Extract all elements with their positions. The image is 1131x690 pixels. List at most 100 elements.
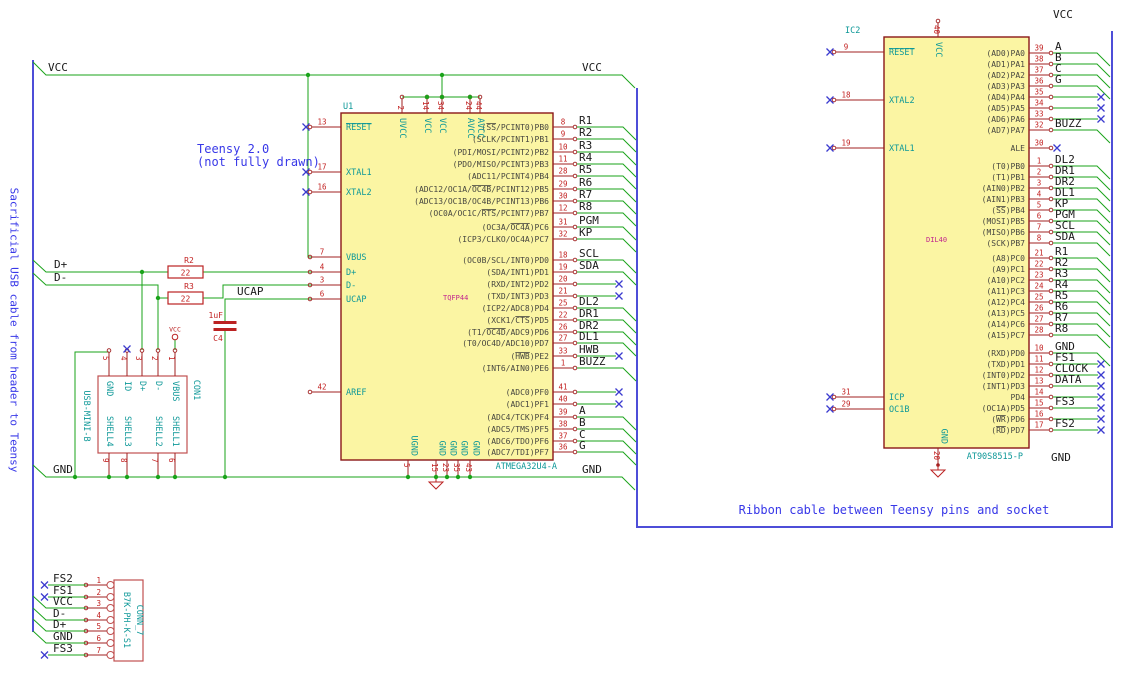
net-label-SDA[interactable]: SDA — [579, 259, 599, 272]
pin-name: VBUS — [170, 381, 180, 401]
con1-reference[interactable]: CON1 — [191, 380, 201, 400]
pin-name: (ADC6/TDO)PF6 — [486, 437, 549, 446]
net-label-G[interactable]: G — [1055, 73, 1062, 86]
conn7-reference[interactable]: CONN_7 — [134, 605, 144, 636]
net-label-D+[interactable]: D+ — [54, 258, 68, 271]
pin-name: (A14)PC6 — [986, 320, 1025, 329]
con1-value[interactable]: USB-MINI-B — [81, 390, 91, 441]
net-label-SDA[interactable]: SDA — [1055, 230, 1075, 243]
no-connect-icon — [1097, 360, 1105, 368]
pin-number: 9 — [101, 458, 110, 463]
pin-end — [1048, 218, 1054, 224]
pin-name: (INT6/AIN0)PE6 — [482, 364, 550, 373]
net-label-G[interactable]: G — [579, 439, 586, 452]
pin-name: (T1/OC4D/ADC9)PD6 — [467, 328, 549, 337]
junction — [155, 474, 161, 480]
junction — [172, 474, 178, 480]
net-label-GND[interactable]: GND — [582, 463, 602, 476]
resistor-reference[interactable]: R2 — [184, 256, 194, 265]
net-label-UCAP[interactable]: UCAP — [237, 285, 264, 298]
pin-end — [1048, 332, 1054, 338]
pin-number: 44 — [474, 101, 483, 111]
ic2-value[interactable]: AT90S8515-P — [967, 452, 1023, 462]
pin-end — [572, 426, 578, 432]
pin-number: 1 — [96, 576, 101, 585]
net-label-BUZZ[interactable]: BUZZ — [579, 355, 606, 368]
pin-end — [1048, 50, 1054, 56]
no-connect-icon — [1097, 426, 1105, 434]
pin-end — [572, 236, 578, 242]
pin-number: 25 — [1034, 293, 1043, 302]
wire — [32, 61, 636, 89]
pin-name: AREF — [346, 388, 366, 398]
wire — [1053, 129, 1111, 144]
pin-number: 28 — [1034, 326, 1044, 335]
pin-number: 13 — [317, 118, 326, 127]
net-label-D-[interactable]: D- — [54, 271, 67, 284]
pin-end — [572, 210, 578, 216]
pin-number: 35 — [1034, 88, 1043, 97]
ic2-reference[interactable]: IC2 — [845, 26, 860, 36]
pin-number: 21 — [558, 287, 567, 296]
net-label-FS3[interactable]: FS3 — [53, 642, 73, 655]
pin-name: ID — [122, 381, 132, 391]
resistor-value[interactable]: 22 — [181, 269, 191, 278]
capacitor-reference[interactable]: C4 — [213, 334, 223, 343]
no-connect-icon — [615, 388, 623, 396]
pin-number: 31 — [841, 388, 850, 397]
pin-name: (AD2)PA2 — [986, 71, 1025, 80]
pin-pad — [106, 651, 115, 659]
net-label-R8[interactable]: R8 — [1055, 322, 1068, 335]
pin-number: 20 — [932, 451, 941, 461]
pin-number: 26 — [558, 323, 568, 332]
resistor-value[interactable]: 22 — [181, 295, 191, 304]
net-label-FS2[interactable]: FS2 — [1055, 417, 1075, 430]
pin-end — [1048, 72, 1054, 78]
junction — [305, 72, 311, 78]
pin-number: 42 — [317, 383, 326, 392]
net-label-VCC[interactable]: VCC — [48, 61, 68, 74]
pin-name: (OC1A)PD5 — [982, 404, 1026, 413]
pin-name: (AD1)PA1 — [986, 60, 1025, 69]
net-label-R2[interactable]: R2 — [579, 126, 592, 139]
wire — [224, 298, 312, 321]
net-label-VCC[interactable]: VCC — [1053, 8, 1073, 21]
net-label-VCC[interactable]: VCC — [582, 61, 602, 74]
resistor-reference[interactable]: R3 — [184, 282, 194, 291]
pin-end — [1048, 127, 1054, 133]
net-label-R8[interactable]: R8 — [579, 200, 592, 213]
pin-number: 7 — [1037, 223, 1042, 232]
pin-name: (AIN0)PB2 — [982, 184, 1026, 193]
pin-name: GND — [104, 381, 114, 396]
net-label-GND[interactable]: GND — [1051, 451, 1071, 464]
net-label-FS3[interactable]: FS3 — [1055, 395, 1075, 408]
pin-end — [1048, 288, 1054, 294]
pin-name: (T1)PB1 — [991, 173, 1025, 182]
pin-end — [572, 414, 578, 420]
pin-name: (A15)PC7 — [986, 331, 1025, 340]
pin-end — [1048, 266, 1054, 272]
pin-number: 19 — [558, 263, 567, 272]
net-label-DL1[interactable]: DL1 — [579, 330, 599, 343]
pin-name: SHELL1 — [170, 416, 180, 447]
net-label-GND[interactable]: GND — [53, 463, 73, 476]
capacitor-value[interactable]: 1uF — [209, 311, 224, 320]
net-label-R5[interactable]: R5 — [579, 163, 592, 176]
pin-number: 37 — [1034, 66, 1043, 75]
no-connect-icon — [1097, 115, 1105, 123]
conn7-value[interactable]: B7K-PH-K-S1 — [121, 592, 131, 648]
net-label-DATA[interactable]: DATA — [1055, 373, 1082, 386]
net-label-KP[interactable]: KP — [579, 226, 593, 239]
no-connect-icon — [615, 280, 623, 288]
pin-name: (A8)PC0 — [991, 254, 1025, 263]
u1-value[interactable]: ATMEGA32U4-A — [496, 462, 557, 472]
pin-number: 37 — [558, 432, 567, 441]
pin-name: (TXD/INT3)PD3 — [486, 292, 549, 301]
pin-number: 43 — [464, 463, 473, 472]
pin-name: OC1B — [889, 405, 909, 415]
pin-number: 10 — [558, 143, 568, 152]
pin-number: 14 — [1034, 388, 1044, 397]
u1-reference[interactable]: U1 — [343, 102, 353, 112]
pin-name: VCC — [437, 118, 447, 133]
net-label-BUZZ[interactable]: BUZZ — [1055, 117, 1082, 130]
